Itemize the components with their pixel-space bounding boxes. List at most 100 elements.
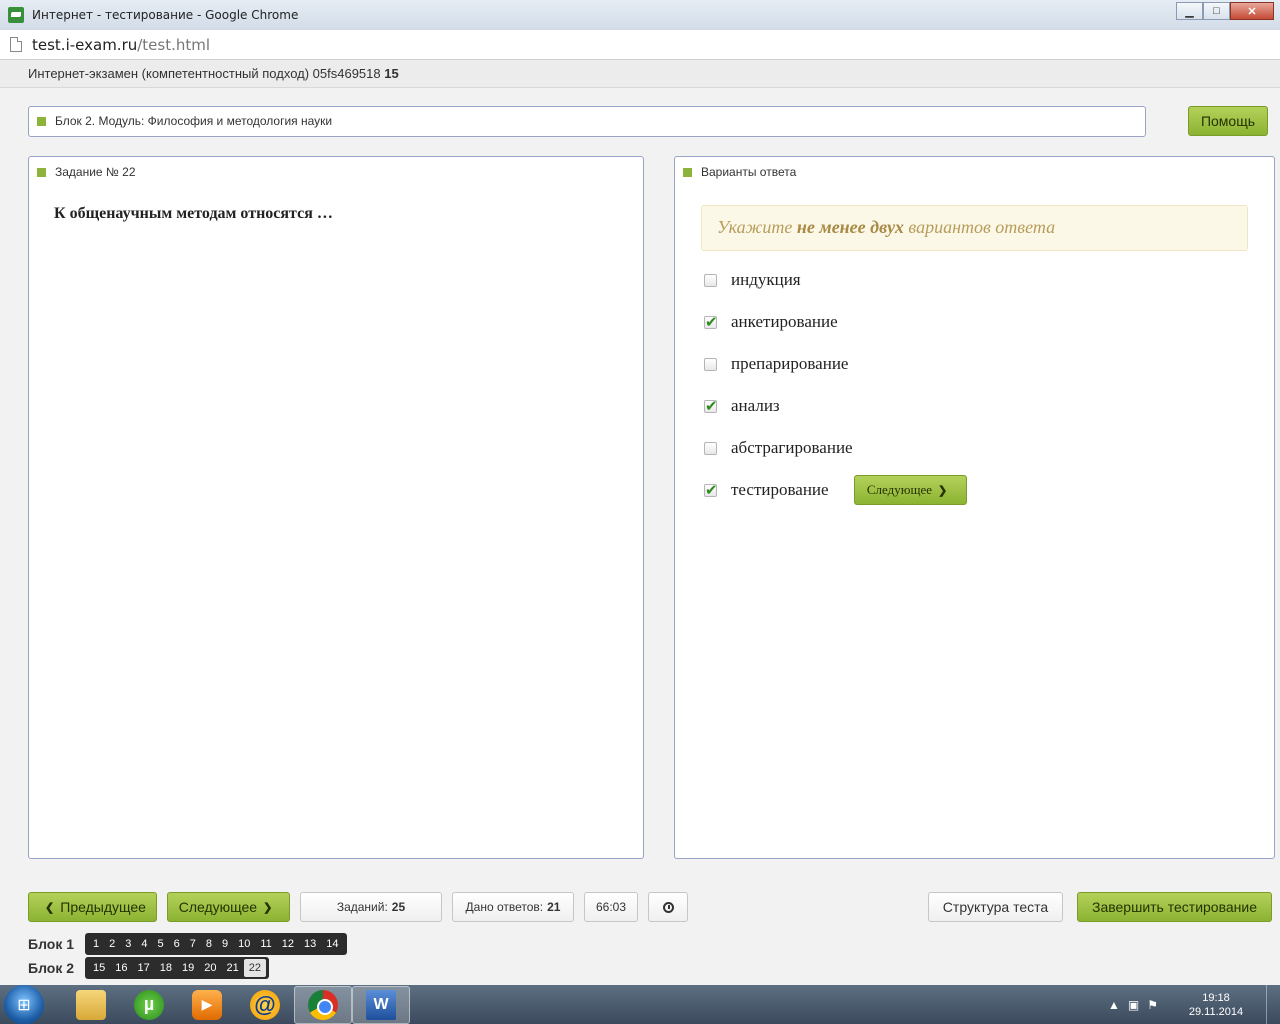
block-row-2: Блок 2 15 16 17 18 19 20 21 22 [28,956,347,980]
question-number[interactable]: 6 [169,935,185,953]
answer-checkbox[interactable] [704,441,717,455]
timer-toggle-button[interactable] [648,892,688,922]
clock-icon [662,901,674,913]
question-number[interactable]: 10 [233,935,255,953]
question-number[interactable]: 21 [222,959,244,977]
answer-label[interactable]: индукция [731,270,801,290]
question-text: К общенаучным методам относятся … [54,205,333,222]
exam-header: Интернет-экзамен (компетентностный подхо… [0,60,1280,88]
block-1-numbers: 1 2 3 4 5 6 7 8 9 10 11 12 13 14 [85,933,347,955]
answer-label[interactable]: препарирование [731,354,848,374]
question-number[interactable]: 4 [136,935,152,953]
window-title: Интернет - тестирование - Google Chrome [32,8,299,22]
previous-button[interactable]: ❮ Предыдущее [28,892,157,922]
taskbar-mail-agent[interactable]: @ [236,986,294,1024]
question-number[interactable]: 16 [110,959,132,977]
window-controls: ▁ □ ✕ [1176,2,1274,20]
tasks-count-label: Заданий: [336,900,388,914]
taskbar-media-player[interactable]: ▶ [178,986,236,1024]
question-number[interactable]: 15 [88,959,110,977]
question-number[interactable]: 19 [177,959,199,977]
address-bar[interactable]: test.i-exam.ru/test.html [0,30,1280,60]
minimize-button[interactable]: ▁ [1176,2,1203,20]
answer-label[interactable]: абстрагирование [731,438,853,458]
answers-marker-icon [683,167,692,177]
next-answer-label: Следующее [866,482,933,497]
answer-checkbox[interactable] [704,313,718,331]
answer-option[interactable]: препарирование [704,343,1274,385]
answer-checkbox[interactable] [704,397,718,415]
exam-number: 15 [384,66,399,81]
taskbar-word[interactable]: W [352,985,410,1024]
finish-test-button[interactable]: Завершить тестирование [1077,892,1272,922]
answer-checkbox[interactable] [704,357,717,371]
tray-icons[interactable]: ▲▣⚑ [1108,998,1166,1012]
answer-option[interactable]: анкетирование [704,301,1274,343]
answer-checkbox[interactable] [704,481,718,499]
maximize-button[interactable]: □ [1203,2,1230,20]
question-number[interactable]: 8 [201,935,217,953]
clock-date: 29.11.2014 [1188,1005,1244,1018]
hint-suffix: вариантов ответа [908,217,1056,237]
system-clock[interactable]: 19:18 29.11.2014 [1186,991,1246,1019]
answered-count-label: Дано ответов: [465,900,544,914]
show-desktop-button[interactable] [1266,985,1280,1024]
answer-option[interactable]: тестирование Следующее ❯ [704,469,1274,511]
block-row-1: Блок 1 1 2 3 4 5 6 7 8 9 10 11 12 13 14 [28,932,347,956]
chevron-right-icon: ❯ [263,901,273,914]
exam-title: Интернет-экзамен (компетентностный подхо… [28,66,381,81]
block-marker-icon [37,116,46,126]
start-button[interactable]: ⊞ [4,984,44,1024]
taskbar-utorrent[interactable]: µ [120,986,178,1024]
block-2-numbers: 15 16 17 18 19 20 21 22 [85,957,269,979]
help-button[interactable]: Помощь [1188,106,1268,136]
next-button[interactable]: Следующее ❯ [167,892,290,922]
question-number[interactable]: 18 [155,959,177,977]
answer-checkbox[interactable] [704,273,717,287]
next-answer-button[interactable]: Следующее ❯ [853,475,967,505]
question-number-current[interactable]: 22 [243,959,266,977]
question-number[interactable]: 1 [88,935,104,953]
network-icon[interactable]: ▣ [1128,998,1147,1012]
question-number[interactable]: 11 [255,935,276,953]
question-number[interactable]: 7 [185,935,201,953]
question-number[interactable]: 17 [133,959,155,977]
question-number[interactable]: 2 [104,935,120,953]
answer-option[interactable]: абстрагирование [704,427,1274,469]
next-label: Следующее [178,899,258,915]
task-marker-icon [37,167,46,177]
url-path: /test.html [137,35,211,54]
answer-hint: Укажите не менее двух вариантов ответа [701,205,1248,251]
answer-label[interactable]: анализ [731,396,780,416]
answer-option[interactable]: анализ [704,385,1274,427]
page-icon [10,37,22,52]
close-button[interactable]: ✕ [1230,2,1274,20]
block-panel: Блок 2. Модуль: Философия и методология … [28,106,1146,137]
question-number[interactable]: 9 [217,935,233,953]
question-number[interactable]: 20 [199,959,221,977]
action-center-flag-icon[interactable]: ⚑ [1147,998,1166,1012]
answer-label[interactable]: анкетирование [731,312,838,332]
question-number[interactable]: 5 [153,935,169,953]
explorer-icon [76,989,106,1020]
exam-app-icon [8,7,24,23]
taskbar-chrome[interactable] [294,985,352,1024]
block-label: Блок 1 [28,936,75,952]
taskbar-explorer[interactable] [62,986,120,1024]
question-number[interactable]: 3 [120,935,136,953]
url-text[interactable]: test.i-exam.ru/test.html [32,36,210,54]
timer-display: 66:03 [584,892,638,922]
question-number[interactable]: 14 [321,935,343,953]
question-number[interactable]: 13 [299,935,321,953]
answer-options: индукция анкетирование препарирование ан… [704,259,1274,511]
taskbar: ⊞ µ ▶ @ W ▲▣⚑ 19:18 29.11.2014 [0,984,1280,1024]
chrome-icon [308,989,338,1020]
taskbar-apps: µ ▶ @ W [62,985,410,1024]
answer-label[interactable]: тестирование [731,480,829,500]
tray-arrow-icon[interactable]: ▲ [1108,998,1128,1012]
test-structure-button[interactable]: Структура теста [928,892,1063,922]
window-titlebar[interactable]: Интернет - тестирование - Google Chrome … [0,0,1280,30]
question-number[interactable]: 12 [277,935,299,953]
question-navigator: Блок 1 1 2 3 4 5 6 7 8 9 10 11 12 13 14 … [28,932,347,980]
answer-option[interactable]: индукция [704,259,1274,301]
